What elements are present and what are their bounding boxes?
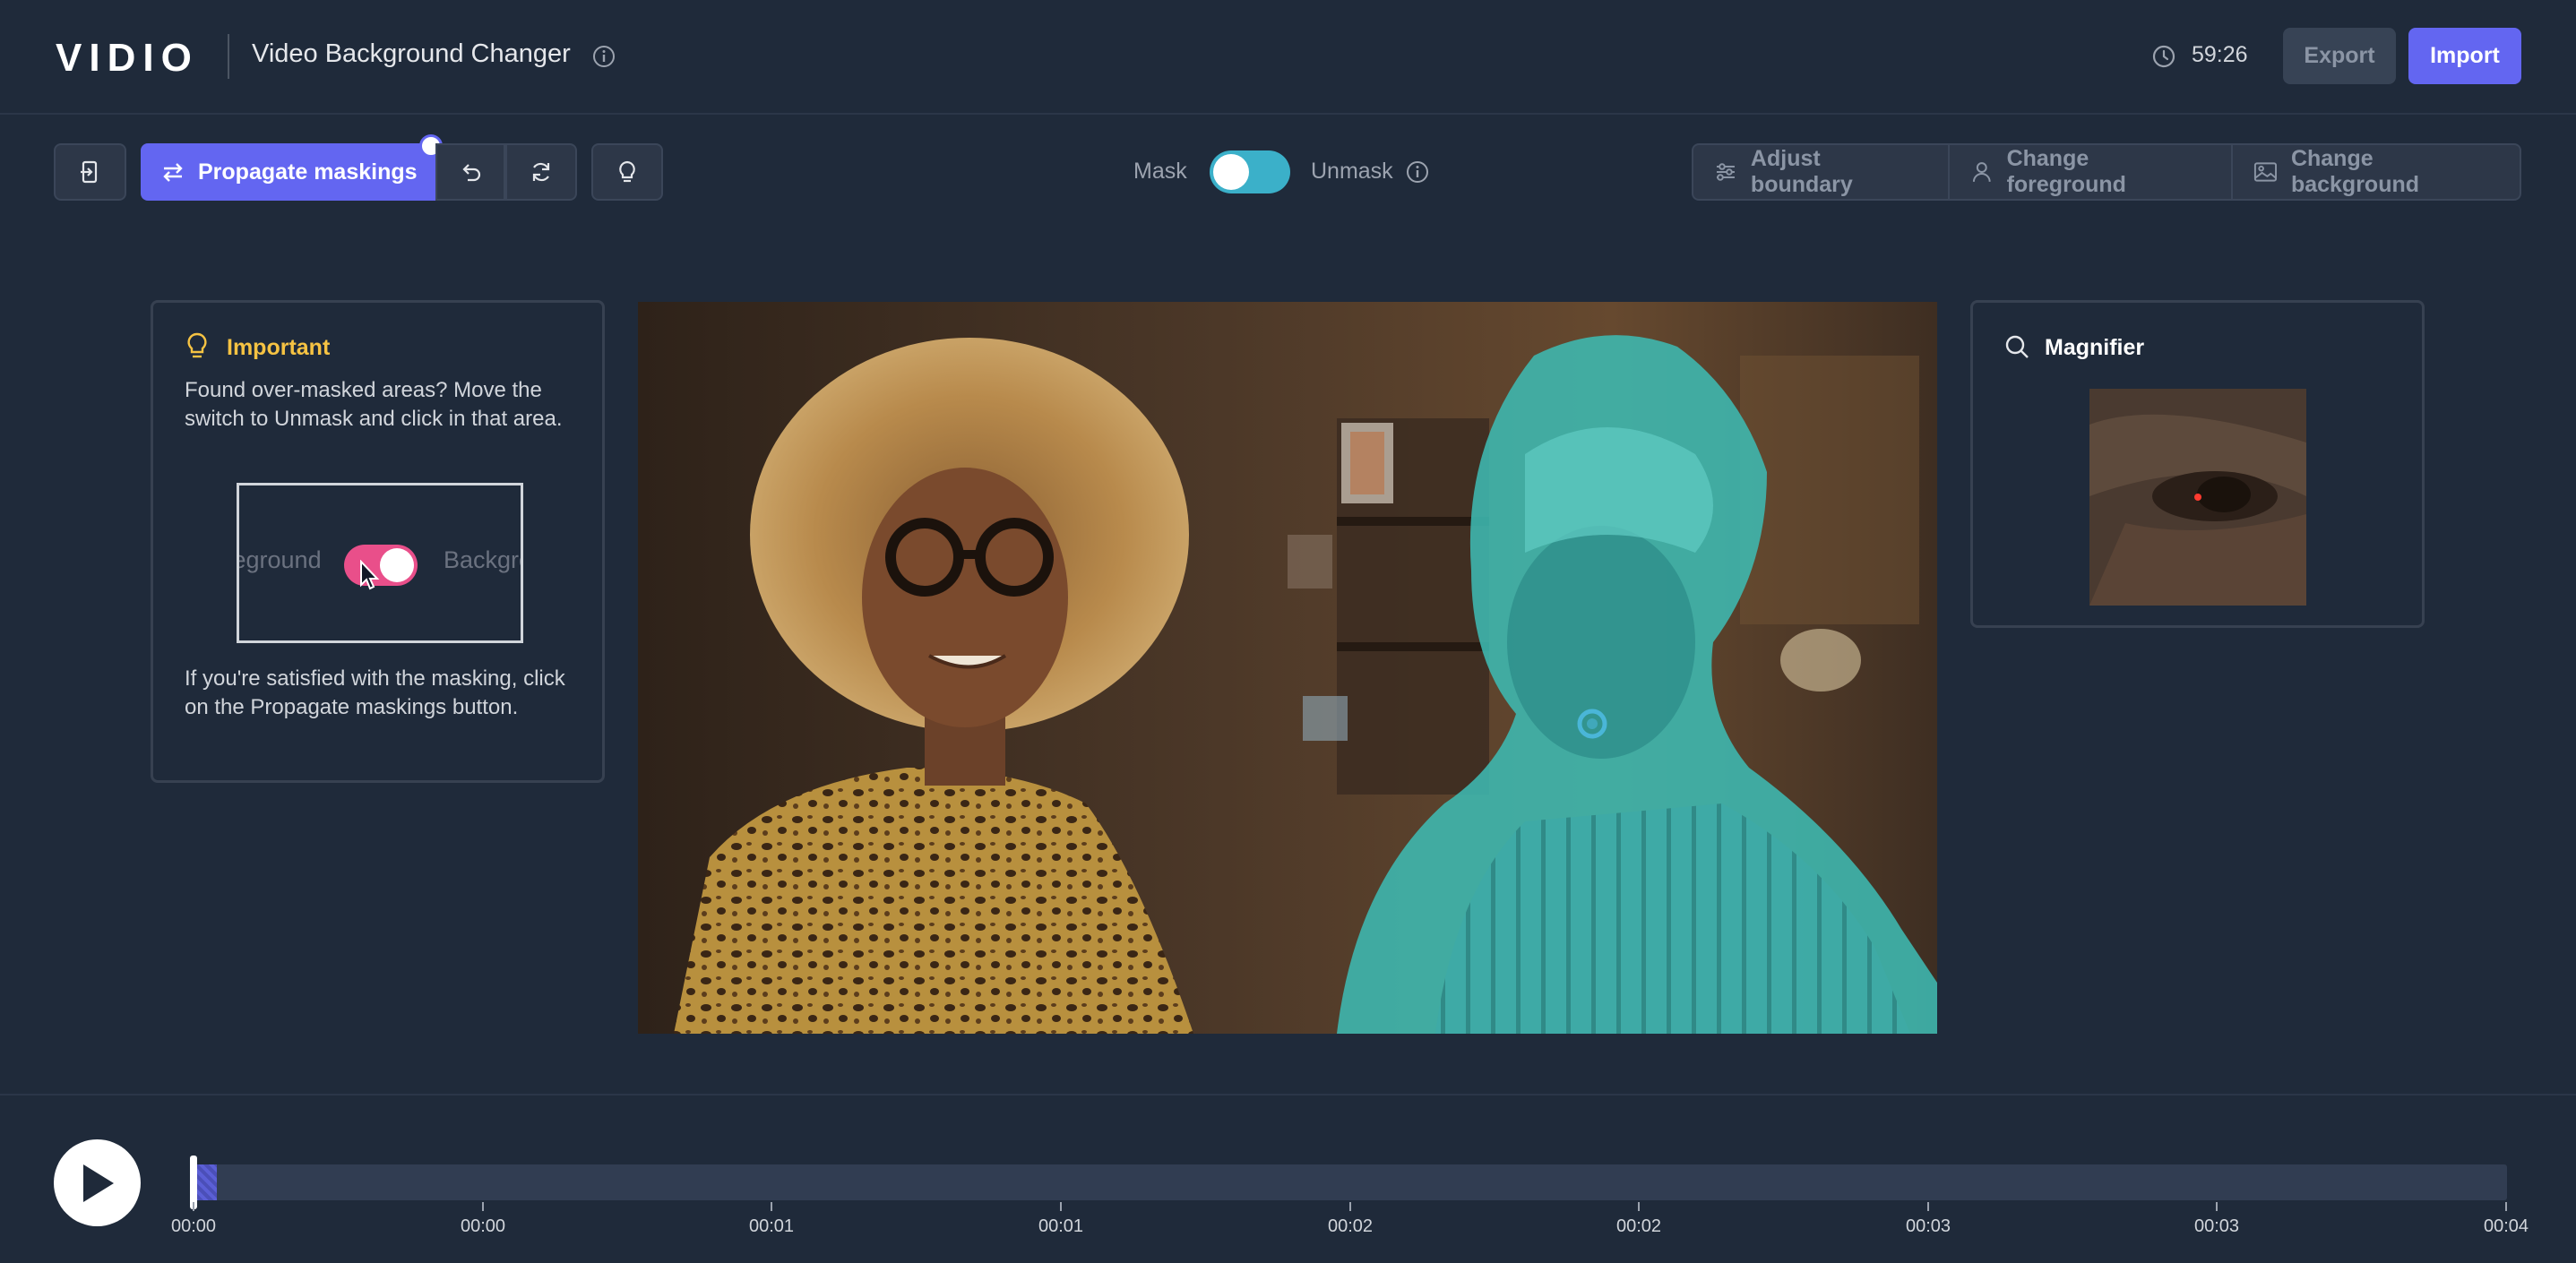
magnifier-title: Magnifier: [2045, 335, 2145, 360]
change-background-button[interactable]: Change background: [2231, 145, 2520, 199]
edit-mode-group: Adjust boundary Change foreground Change…: [1692, 143, 2521, 201]
timeline-tick-label: 00:01: [748, 1216, 795, 1236]
timeline-tick-label: 00:03: [1905, 1216, 1951, 1236]
timeline-tick-label: 00:00: [170, 1216, 217, 1236]
image-icon: [2253, 162, 2278, 182]
unmask-label: Unmask: [1311, 159, 1393, 184]
mask-info-icon[interactable]: [1405, 159, 1430, 185]
undo-icon: [462, 164, 481, 182]
vidio-logo[interactable]: VIDIO: [56, 36, 199, 81]
timeline-tick: [771, 1202, 772, 1211]
export-button[interactable]: Export: [2283, 28, 2396, 84]
timeline-tick-label: 00:00: [460, 1216, 506, 1236]
swap-arrows-icon: [163, 163, 183, 182]
timeline-tick: [2505, 1202, 2507, 1211]
timeline-tick-label: 00:03: [2193, 1216, 2240, 1236]
important-tip-panel: Important Found over-masked areas? Move …: [151, 300, 605, 783]
tip-propagate-hint: If you're satisfied with the masking, cl…: [185, 666, 565, 719]
lightbulb-icon: [184, 331, 211, 362]
timeline-track[interactable]: [194, 1164, 2507, 1200]
change-background-label: Change background: [2290, 146, 2420, 197]
toggle-knob: [1213, 154, 1249, 190]
mask-unmask-toggle[interactable]: [1210, 150, 1290, 193]
mask-label: Mask: [1133, 159, 1187, 184]
magnifier-icon: [2003, 333, 2030, 360]
play-icon: [82, 1164, 114, 1202]
timeline-tick: [193, 1202, 194, 1211]
timeline-tick: [1349, 1202, 1351, 1211]
time-remaining: 59:26: [2192, 42, 2248, 67]
timeline-tick: [1927, 1202, 1929, 1211]
toggle-demo-illustration: Foreground Background: [237, 483, 523, 643]
video-preview[interactable]: [638, 302, 1937, 1034]
timeline-tick-label: 00:01: [1038, 1216, 1084, 1236]
refresh-icon: [532, 162, 550, 182]
demo-background-label: Background: [444, 546, 521, 573]
magnifier-preview: [2089, 389, 2306, 606]
adjust-boundary-button[interactable]: Adjust boundary: [1693, 145, 1948, 199]
page-title: Video Background Changer: [252, 39, 571, 68]
tip-heading: Important: [227, 335, 331, 360]
change-foreground-button[interactable]: Change foreground: [1948, 145, 2231, 199]
sliders-icon: [1716, 163, 1735, 181]
timeline-tick: [2216, 1202, 2218, 1211]
change-foreground-label: Change foreground: [2006, 146, 2126, 197]
timeline-tick-label: 00:02: [1327, 1216, 1374, 1236]
info-icon[interactable]: [591, 44, 616, 69]
adjust-boundary-label: Adjust boundary: [1750, 146, 1853, 197]
person-icon: [1972, 162, 1991, 182]
playhead-handle[interactable]: [190, 1156, 197, 1209]
exit-icon: [80, 160, 97, 184]
propagate-maskings-button[interactable]: Propagate maskings: [141, 143, 435, 201]
play-button[interactable]: [54, 1139, 141, 1226]
tips-button[interactable]: [591, 143, 663, 201]
undo-button[interactable]: [435, 143, 505, 201]
app-header: VIDIO Video Background Changer 59:26 Exp…: [0, 0, 2576, 115]
magnifier-panel: Magnifier: [1970, 300, 2425, 628]
timeline-tick: [482, 1202, 484, 1211]
cursor-icon: [358, 560, 382, 592]
header-divider: [228, 34, 229, 79]
exit-button[interactable]: [54, 143, 126, 201]
timeline-divider: [0, 1094, 2576, 1095]
lightbulb-icon: [619, 160, 635, 183]
timeline-tick: [1060, 1202, 1062, 1211]
demo-toggle-knob: [380, 548, 414, 582]
import-button[interactable]: Import: [2408, 28, 2521, 84]
timeline-tick: [1638, 1202, 1640, 1211]
tip-instruction: Found over-masked areas? Move the switch…: [185, 378, 563, 431]
timeline-tick-label: 00:04: [2483, 1216, 2529, 1236]
refresh-button[interactable]: [505, 143, 577, 201]
clock-icon: [2150, 43, 2177, 70]
demo-foreground-label: Foreground: [239, 546, 322, 573]
timeline-tick-label: 00:02: [1615, 1216, 1662, 1236]
propagate-maskings-label: Propagate maskings: [198, 159, 418, 185]
